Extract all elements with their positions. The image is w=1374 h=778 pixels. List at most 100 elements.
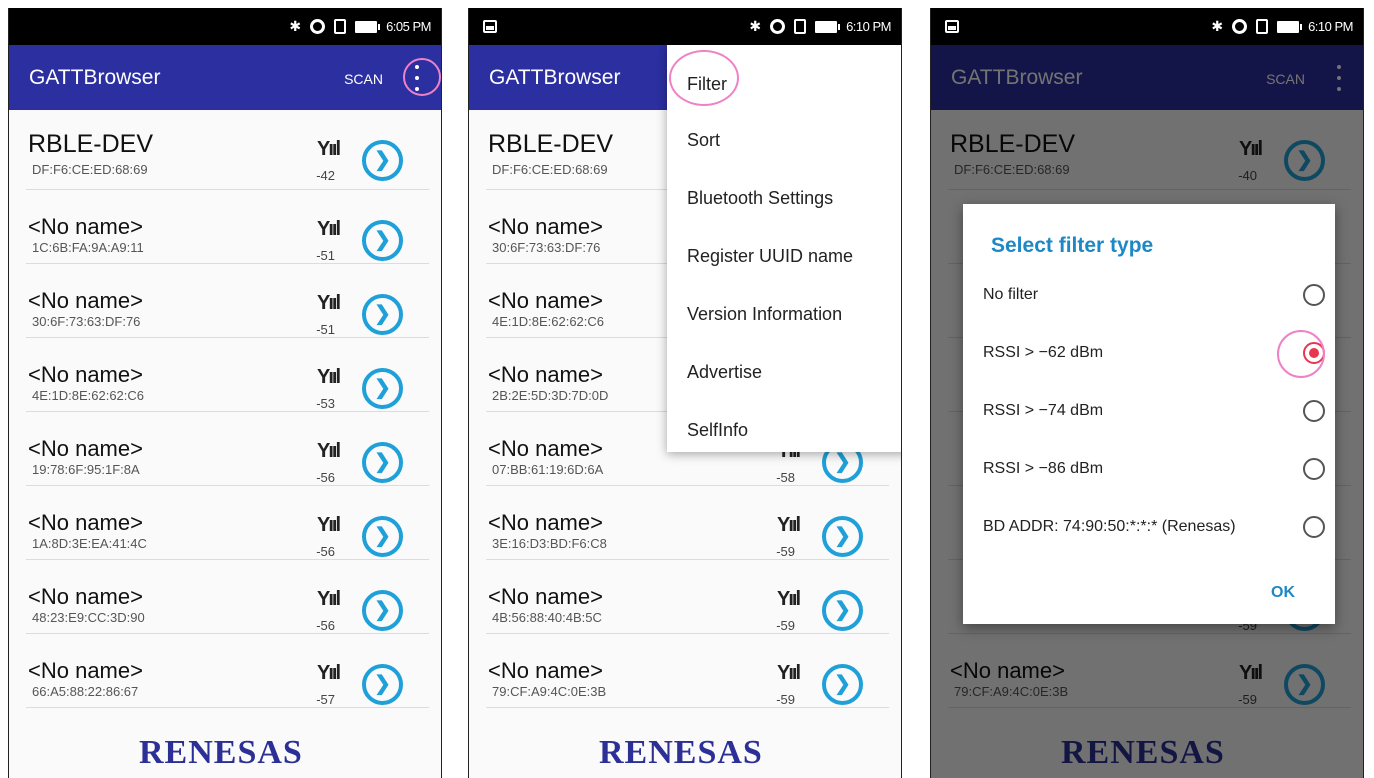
screen-device-list: ✱ 6:05 PM GATTBrowser SCAN RBLE-DEV DF:F6… [8, 8, 442, 778]
signal-strength-icon: Yııl [316, 662, 341, 684]
device-row[interactable]: <No name> 4E:1D:8E:62:62:C6 Yııl -53 ❯ [26, 338, 429, 412]
scan-button[interactable]: SCAN [344, 71, 383, 87]
status-bar: ✱ 6:10 PM [931, 8, 1363, 45]
device-row[interactable]: <No name> 1A:8D:3E:EA:41:4C Yııl -56 ❯ [26, 486, 429, 560]
device-address: DF:F6:CE:ED:68:69 [492, 162, 608, 177]
footer: RENESAS [469, 724, 901, 778]
status-bar: ✱ 6:05 PM [9, 8, 441, 45]
filter-option-rssi-74[interactable]: RSSI > −74 dBm [983, 396, 1325, 426]
chevron-right-circle-icon[interactable]: ❯ [362, 294, 403, 335]
device-address: 2B:2E:5D:3D:7D:0D [492, 388, 609, 403]
clock: 6:10 PM [1308, 19, 1353, 34]
device-address: DF:F6:CE:ED:68:69 [32, 162, 148, 177]
device-row[interactable]: <No name> 3E:16:D3:BD:F6:C8 Yııl -59 ❯ [486, 486, 889, 560]
signal-strength-icon: Yııl [316, 138, 341, 160]
device-row[interactable]: <No name>79:CF:A9:4C:0E:3B Yııl -59 ❯ [486, 634, 889, 708]
option-label: BD ADDR: 74:90:50:*:*:* (Renesas) [983, 518, 1236, 535]
device-name: <No name> [488, 584, 603, 609]
battery-icon [815, 20, 841, 33]
device-address: 30:6F:73:63:DF:76 [32, 314, 141, 329]
menu-item-register-uuid-name[interactable]: Register UUID name [667, 219, 901, 277]
menu-item-selfinfo[interactable]: SelfInfo [667, 393, 901, 451]
option-label: No filter [983, 286, 1039, 303]
menu-item-sort[interactable]: Sort [667, 103, 901, 161]
device-row[interactable]: <No name> 48:23:E9:CC:3D:90 Yııl -56 ❯ [26, 560, 429, 634]
device-row[interactable]: <No name> 4B:56:88:40:4B:5C Yııl -59 ❯ [486, 560, 889, 634]
filter-option-rssi-62[interactable]: RSSI > −62 dBm [983, 338, 1325, 368]
filter-option-rssi-86[interactable]: RSSI > −86 dBm [983, 454, 1325, 484]
chevron-right-circle-icon[interactable]: ❯ [362, 140, 403, 181]
device-address: 30:6F:73:63:DF:76 [492, 240, 601, 255]
signal-strength-icon: Yııl [316, 588, 341, 610]
signal-strength-icon: Yııl [316, 292, 341, 314]
highlight-ring [1277, 330, 1325, 378]
screen-overflow-menu: ✱ 6:10 PM GATTBrowser RBLE-DEV DF:F6:CE:E… [468, 8, 902, 778]
device-name: RBLE-DEV [28, 130, 154, 158]
device-name: <No name> [28, 510, 143, 535]
chevron-right-circle-icon[interactable]: ❯ [822, 664, 863, 705]
ok-button[interactable]: OK [1271, 584, 1295, 602]
rssi-value: -59 [776, 544, 795, 559]
gallery-icon [483, 20, 497, 33]
highlight-ring [669, 50, 739, 106]
device-row[interactable]: <No name> 19:78:6F:95:1F:8A Yııl -56 ❯ [26, 412, 429, 486]
device-row[interactable]: <No name> 1C:6B:FA:9A:A9:11 Yııl -51 ❯ [26, 190, 429, 264]
filter-dialog: Select filter type No filter RSSI > −62 … [963, 204, 1335, 624]
radio-button[interactable] [1303, 400, 1325, 422]
device-address: 19:78:6F:95:1F:8A [32, 462, 140, 477]
renesas-logo: RENESAS [139, 734, 303, 771]
app-bar: GATTBrowser SCAN [9, 45, 441, 110]
signal-strength-icon: Yııl [316, 366, 341, 388]
sd-card-icon [334, 19, 347, 34]
device-address: 66:A5:88:22:86:67 [32, 684, 139, 699]
chevron-right-circle-icon[interactable]: ❯ [362, 368, 403, 409]
device-row[interactable]: <No name> 66:A5:88:22:86:67 Yııl -57 ❯ [26, 634, 429, 708]
device-address: 4E:1D:8E:62:62:C6 [32, 388, 145, 403]
device-name: RBLE-DEV [488, 130, 614, 158]
device-list: RBLE-DEV DF:F6:CE:ED:68:69 Yııl -42 ❯ <No nam… [9, 110, 441, 778]
filter-option-no-filter[interactable]: No filter [983, 280, 1325, 310]
device-address: 3E:16:D3:BD:F6:C8 [492, 536, 607, 551]
sd-card-icon [794, 19, 807, 34]
device-row[interactable]: RBLE-DEV DF:F6:CE:ED:68:69 Yııl -42 ❯ [26, 110, 429, 190]
renesas-logo: RENESAS [599, 734, 763, 771]
filter-option-bd-addr[interactable]: BD ADDR: 74:90:50:*:*:* (Renesas) [983, 512, 1325, 542]
device-name: <No name> [488, 214, 603, 239]
device-name: <No name> [28, 288, 143, 313]
radio-button[interactable] [1303, 284, 1325, 306]
device-row[interactable]: <No name> 30:6F:73:63:DF:76 Yııl -51 ❯ [26, 264, 429, 338]
rssi-value: -57 [316, 692, 335, 707]
option-label: RSSI > −86 dBm [983, 460, 1104, 477]
radio-button[interactable] [1303, 458, 1325, 480]
rssi-value: -42 [316, 168, 335, 183]
footer: RENESAS [9, 724, 441, 778]
bluetooth-icon: ✱ [1211, 18, 1224, 34]
chevron-right-circle-icon[interactable]: ❯ [362, 664, 403, 705]
rssi-value: -59 [776, 692, 795, 707]
device-address: 48:23:E9:CC:3D:90 [32, 610, 145, 625]
radio-button[interactable] [1303, 516, 1325, 538]
sync-icon [1232, 19, 1248, 34]
rssi-value: -56 [316, 470, 335, 485]
battery-icon [355, 20, 381, 33]
chevron-right-circle-icon[interactable]: ❯ [822, 590, 863, 631]
device-address: 1C:6B:FA:9A:A9:11 [32, 240, 144, 255]
menu-item-advertise[interactable]: Advertise [667, 335, 901, 393]
chevron-right-circle-icon[interactable]: ❯ [362, 516, 403, 557]
chevron-right-circle-icon[interactable]: ❯ [362, 442, 403, 483]
dialog-title: Select filter type [991, 234, 1154, 257]
rssi-value: -56 [316, 544, 335, 559]
rssi-value: -51 [316, 322, 335, 337]
highlight-ring [403, 58, 441, 96]
menu-item-bluetooth-settings[interactable]: Bluetooth Settings [667, 161, 901, 219]
device-name: <No name> [488, 658, 603, 683]
device-name: <No name> [28, 658, 143, 683]
chevron-right-circle-icon[interactable]: ❯ [362, 220, 403, 261]
chevron-right-circle-icon[interactable]: ❯ [822, 516, 863, 557]
rssi-value: -51 [316, 248, 335, 263]
bluetooth-icon: ✱ [289, 18, 302, 34]
device-address: 79:CF:A9:4C:0E:3B [492, 684, 607, 699]
menu-item-version-information[interactable]: Version Information [667, 277, 901, 335]
chevron-right-circle-icon[interactable]: ❯ [362, 590, 403, 631]
status-bar: ✱ 6:10 PM [469, 8, 901, 45]
